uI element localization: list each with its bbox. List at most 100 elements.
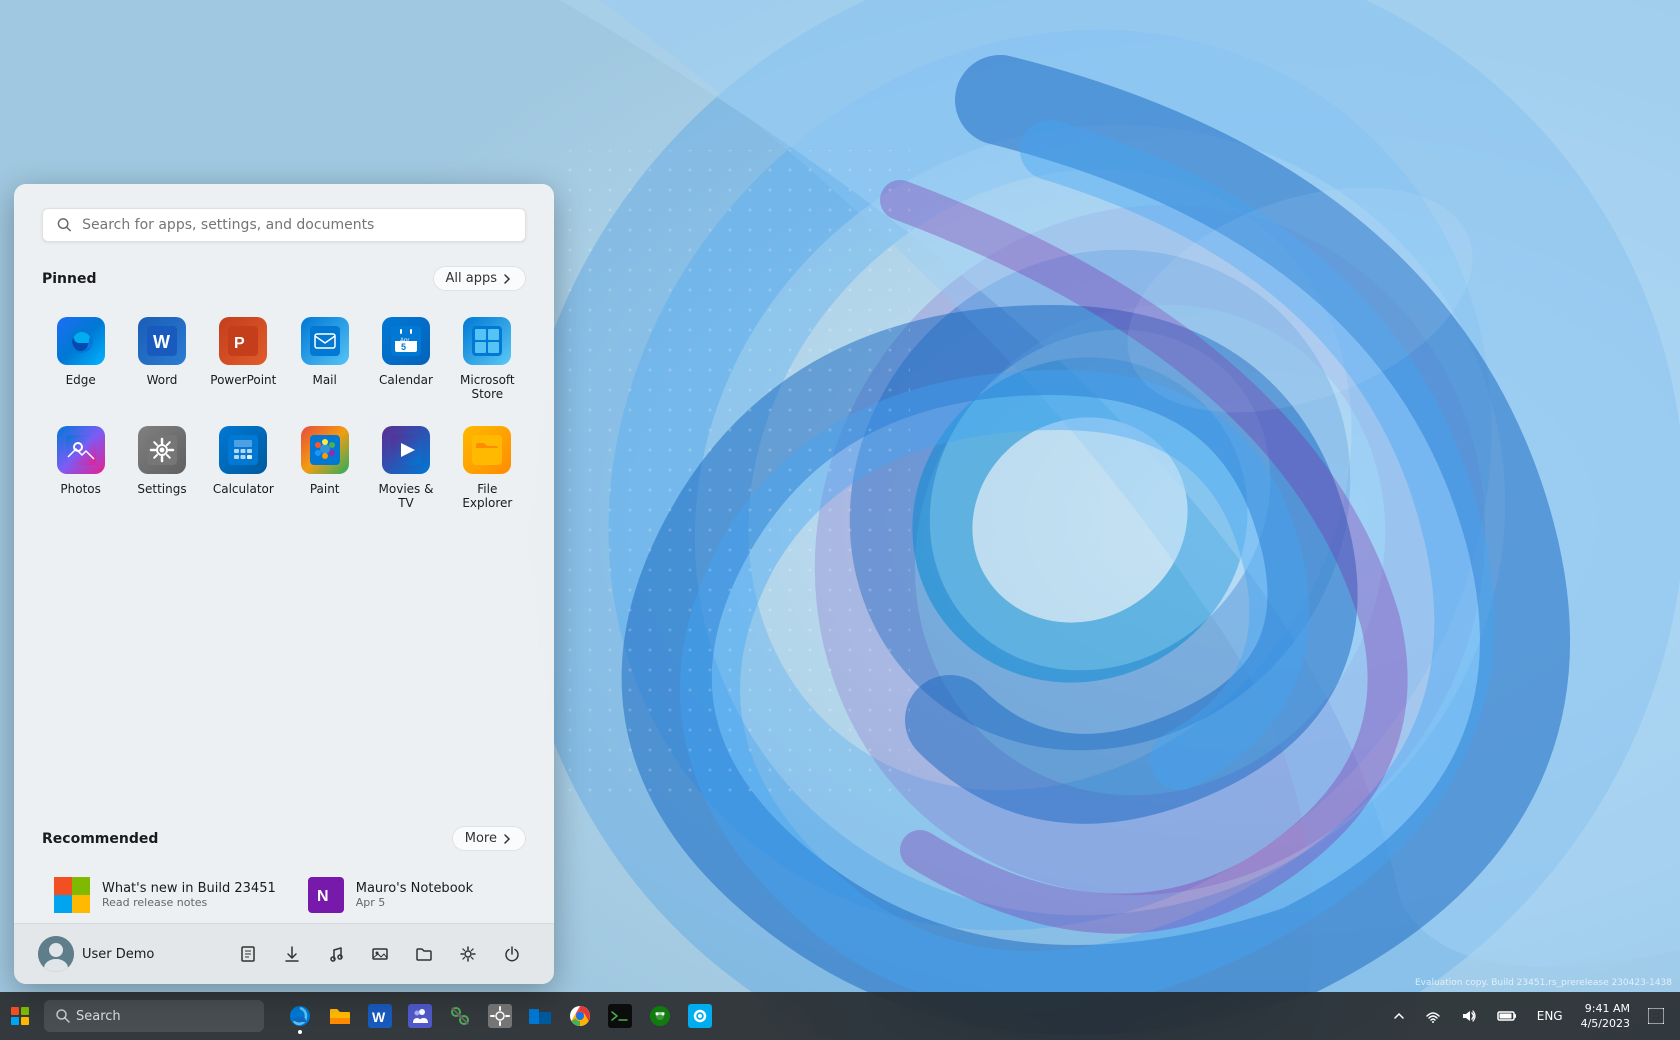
photos-app-label: Photos [60,482,100,496]
app-word[interactable]: W Word [123,307,200,412]
lang-button[interactable]: ENG [1529,1005,1571,1027]
ppt-app-icon: P [219,317,267,365]
start-button[interactable] [0,996,40,1036]
calc-app-icon [219,426,267,474]
svg-text:5: 5 [401,342,406,352]
bottom-actions [230,936,530,972]
document-action-button[interactable] [230,936,266,972]
photos-app-icon [57,426,105,474]
volume-icon[interactable] [1453,1004,1485,1028]
recommended-items-list: What's new in Build 23451 Read release n… [42,867,526,923]
system-tray-expand[interactable] [1385,1006,1413,1026]
taskbar-clock[interactable]: 9:41 AM 4/5/2023 [1575,999,1636,1034]
taskbar-chrome[interactable] [560,996,600,1036]
app-edge[interactable]: Edge [42,307,119,412]
recommended-header: Recommended More [42,826,526,851]
clock-time: 9:41 AM [1581,1001,1630,1016]
pinned-apps-grid: Edge W Word [42,307,526,521]
notification-button[interactable] [1640,1004,1672,1028]
app-settings[interactable]: Settings [123,416,200,521]
paint-app-label: Paint [310,482,340,496]
svg-text:W: W [372,1009,386,1025]
settings-action-button[interactable] [450,936,486,972]
whats-new-info: What's new in Build 23451 Read release n… [102,881,276,909]
app-mail[interactable]: Mail [286,307,363,412]
folder-action-button[interactable] [406,936,442,972]
windows-logo [11,1007,29,1025]
power-icon [503,945,521,963]
taskbar-edge[interactable] [280,996,320,1036]
music-action-button[interactable] [318,936,354,972]
svg-text:N: N [317,888,329,905]
taskbar-word[interactable]: W [360,996,400,1036]
taskbar-search[interactable]: Search [44,1000,264,1032]
settings-app-icon [138,426,186,474]
notebook-detail: Apr 5 [356,896,514,909]
taskbar-terminal[interactable] [600,996,640,1036]
taskbar-pinned-apps: W [280,996,720,1036]
store-app-icon [463,317,511,365]
edge-indicator [298,1030,302,1034]
chevron-right-icon [501,273,513,285]
app-calendar[interactable]: Apr 5 Calendar [367,307,444,412]
document-icon [239,945,257,963]
app-calculator[interactable]: Calculator [205,416,282,521]
clock-date: 4/5/2023 [1581,1016,1630,1031]
taskbar-search-icon [56,1009,70,1023]
more-button[interactable]: More [452,826,526,851]
network-icon[interactable] [1417,1004,1449,1028]
taskbar-search-label: Search [76,1009,121,1024]
wifi-icon [1425,1008,1441,1024]
download-action-button[interactable] [274,936,310,972]
app-powerpoint[interactable]: P PowerPoint [205,307,282,412]
movies-app-icon [382,426,430,474]
desktop: Evaluation copy. Build 23451.rs_prerelea… [0,0,1680,1040]
app-store[interactable]: Microsoft Store [449,307,526,412]
recommended-title: Recommended [42,831,158,847]
app-explorer[interactable]: File Explorer [449,416,526,521]
folder-icon [415,945,433,963]
whats-new-name: What's new in Build 23451 [102,881,276,896]
movies-app-label: Movies & TV [371,482,440,511]
explorer-app-label: File Explorer [453,482,522,511]
battery-icon[interactable] [1489,1004,1525,1028]
more-chevron-icon [501,833,513,845]
all-apps-button[interactable]: All apps [433,266,527,291]
rec-item-notebook[interactable]: N Mauro's Notebook Apr 5 [296,867,526,923]
app-movies[interactable]: Movies & TV [367,416,444,521]
onenote-icon: N [308,877,344,913]
taskbar-explorer[interactable] [520,996,560,1036]
start-search-input[interactable] [82,217,511,233]
whats-new-icon [54,877,90,913]
taskbar-xbox[interactable] [640,996,680,1036]
taskbar-clipchamp[interactable] [680,996,720,1036]
download-icon [283,945,301,963]
taskbar-file-manager[interactable] [320,996,360,1036]
start-menu: Pinned All apps [14,184,554,984]
paint-app-icon [301,426,349,474]
music-icon [327,945,345,963]
chevron-up-icon [1393,1010,1405,1022]
edge-app-label: Edge [66,373,96,387]
start-search-bar[interactable] [42,208,526,242]
mail-app-label: Mail [312,373,336,387]
notification-icon [1648,1008,1664,1024]
photos-action-button[interactable] [362,936,398,972]
taskbar-teams[interactable] [400,996,440,1036]
speaker-icon [1461,1008,1477,1024]
pinned-header: Pinned All apps [42,266,526,291]
whats-new-detail: Read release notes [102,896,276,909]
store-app-label: Microsoft Store [453,373,522,402]
app-photos[interactable]: Photos [42,416,119,521]
start-menu-bottom: User Demo [14,923,554,984]
app-paint[interactable]: Paint [286,416,363,521]
taskbar-settings[interactable] [480,996,520,1036]
user-name[interactable]: User Demo [82,947,154,962]
rec-item-whats-new[interactable]: What's new in Build 23451 Read release n… [42,867,288,923]
lang-label: ENG [1537,1009,1563,1023]
notebook-info: Mauro's Notebook Apr 5 [356,881,514,909]
user-avatar[interactable] [38,936,74,972]
calendar-app-label: Calendar [379,373,433,387]
taskbar-snipping[interactable] [440,996,480,1036]
power-action-button[interactable] [494,936,530,972]
